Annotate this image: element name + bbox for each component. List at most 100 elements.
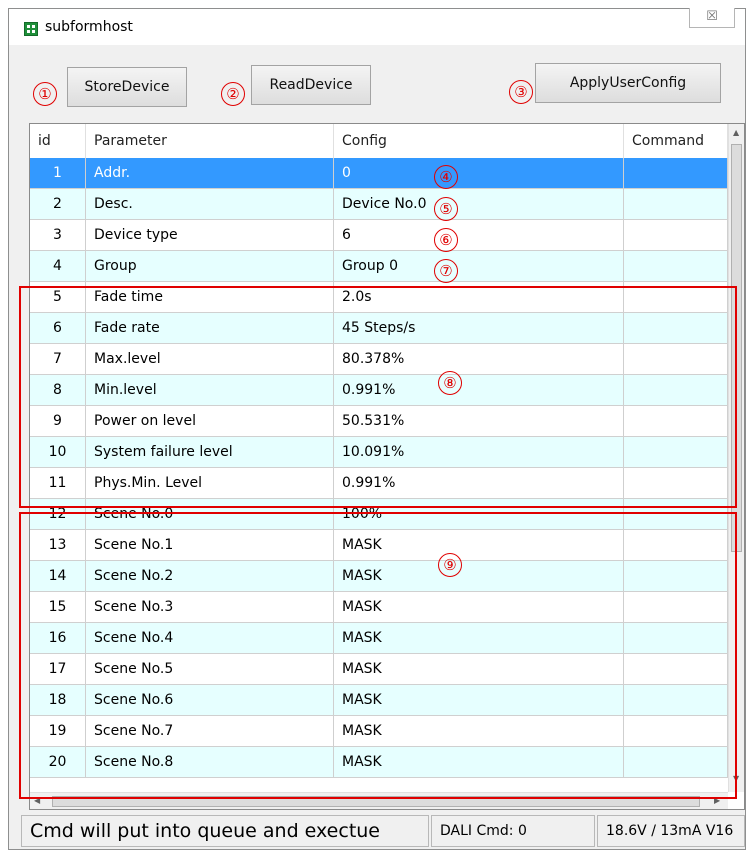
- row-parameter-cell: Min.level: [86, 375, 334, 405]
- row-command-cell[interactable]: [624, 282, 728, 312]
- row-command-cell[interactable]: [624, 499, 728, 529]
- row-id-cell: 6: [30, 313, 86, 343]
- scroll-up-icon[interactable]: ▲: [733, 128, 739, 138]
- row-parameter-cell: Scene No.4: [86, 623, 334, 653]
- row-config-cell[interactable]: MASK: [334, 561, 624, 591]
- apply-user-config-button[interactable]: ApplyUserConfig: [535, 63, 721, 103]
- row-command-cell[interactable]: [624, 747, 728, 777]
- scroll-left-icon[interactable]: ◀: [34, 796, 40, 806]
- table-row[interactable]: 17 Scene No.5 MASK: [30, 654, 728, 685]
- row-command-cell[interactable]: [624, 406, 728, 436]
- table-row[interactable]: 4 Group Group 0: [30, 251, 728, 282]
- row-command-cell[interactable]: [624, 654, 728, 684]
- table-row[interactable]: 15 Scene No.3 MASK: [30, 592, 728, 623]
- row-config-cell[interactable]: 0.991%: [334, 468, 624, 498]
- row-command-cell[interactable]: [624, 251, 728, 281]
- row-command-cell[interactable]: [624, 716, 728, 746]
- table-row[interactable]: 14 Scene No.2 MASK: [30, 561, 728, 592]
- row-id-cell: 11: [30, 468, 86, 498]
- row-command-cell[interactable]: [624, 437, 728, 467]
- row-command-cell[interactable]: [624, 685, 728, 715]
- row-config-cell[interactable]: 45 Steps/s: [334, 313, 624, 343]
- row-config-cell[interactable]: MASK: [334, 530, 624, 560]
- row-id-cell: 10: [30, 437, 86, 467]
- col-header-command[interactable]: Command: [624, 124, 728, 158]
- col-header-id[interactable]: id: [30, 124, 86, 158]
- row-id-cell: 14: [30, 561, 86, 591]
- row-command-cell[interactable]: [624, 158, 728, 188]
- table-row[interactable]: 9 Power on level 50.531%: [30, 406, 728, 437]
- annotation-6-marker: ⑥: [434, 228, 458, 252]
- row-id-cell: 9: [30, 406, 86, 436]
- table-row[interactable]: 11 Phys.Min. Level 0.991%: [30, 468, 728, 499]
- close-button[interactable]: ☒: [689, 8, 735, 28]
- row-config-cell[interactable]: MASK: [334, 716, 624, 746]
- row-config-cell[interactable]: MASK: [334, 623, 624, 653]
- row-parameter-cell: Fade time: [86, 282, 334, 312]
- read-device-button[interactable]: ReadDevice: [251, 65, 371, 105]
- row-config-cell[interactable]: 0: [334, 158, 624, 188]
- row-command-cell[interactable]: [624, 592, 728, 622]
- scroll-right-icon[interactable]: ▶: [714, 796, 720, 806]
- row-parameter-cell: Scene No.2: [86, 561, 334, 591]
- row-config-cell[interactable]: 80.378%: [334, 344, 624, 374]
- row-config-cell[interactable]: 2.0s: [334, 282, 624, 312]
- table-header: id Parameter Config Command: [30, 124, 728, 159]
- horizontal-scrollbar[interactable]: ◀ ▶: [30, 792, 728, 809]
- row-id-cell: 18: [30, 685, 86, 715]
- row-config-cell[interactable]: 0.991%: [334, 375, 624, 405]
- row-config-cell[interactable]: Device No.0: [334, 189, 624, 219]
- row-command-cell[interactable]: [624, 344, 728, 374]
- vertical-scroll-thumb[interactable]: [731, 144, 742, 552]
- row-command-cell[interactable]: [624, 623, 728, 653]
- table-row[interactable]: 13 Scene No.1 MASK: [30, 530, 728, 561]
- row-config-cell[interactable]: 10.091%: [334, 437, 624, 467]
- row-parameter-cell: Scene No.8: [86, 747, 334, 777]
- row-id-cell: 5: [30, 282, 86, 312]
- row-parameter-cell: System failure level: [86, 437, 334, 467]
- annotation-8-marker: ⑧: [438, 371, 462, 395]
- row-command-cell[interactable]: [624, 530, 728, 560]
- table-row[interactable]: 19 Scene No.7 MASK: [30, 716, 728, 747]
- table-row[interactable]: 18 Scene No.6 MASK: [30, 685, 728, 716]
- row-config-cell[interactable]: 100%: [334, 499, 624, 529]
- row-config-cell[interactable]: MASK: [334, 654, 624, 684]
- table-row[interactable]: 8 Min.level 0.991%: [30, 375, 728, 406]
- row-parameter-cell: Phys.Min. Level: [86, 468, 334, 498]
- row-config-cell[interactable]: MASK: [334, 685, 624, 715]
- table-row[interactable]: 1 Addr. 0: [30, 158, 728, 189]
- row-command-cell[interactable]: [624, 189, 728, 219]
- row-config-cell[interactable]: Group 0: [334, 251, 624, 281]
- table-row[interactable]: 20 Scene No.8 MASK: [30, 747, 728, 778]
- store-device-button[interactable]: StoreDevice: [67, 67, 187, 107]
- row-command-cell[interactable]: [624, 468, 728, 498]
- table-row[interactable]: 3 Device type 6: [30, 220, 728, 251]
- scroll-down-icon[interactable]: ▼: [733, 774, 739, 784]
- table-row[interactable]: 5 Fade time 2.0s: [30, 282, 728, 313]
- row-command-cell[interactable]: [624, 313, 728, 343]
- horizontal-scroll-thumb[interactable]: [52, 796, 700, 807]
- row-id-cell: 20: [30, 747, 86, 777]
- row-config-cell[interactable]: 6: [334, 220, 624, 250]
- table-row[interactable]: 16 Scene No.4 MASK: [30, 623, 728, 654]
- annotation-2-marker: ②: [221, 82, 245, 106]
- table-row[interactable]: 10 System failure level 10.091%: [30, 437, 728, 468]
- col-header-config[interactable]: Config: [334, 124, 624, 158]
- row-command-cell[interactable]: [624, 220, 728, 250]
- row-config-cell[interactable]: 50.531%: [334, 406, 624, 436]
- row-id-cell: 16: [30, 623, 86, 653]
- row-command-cell[interactable]: [624, 375, 728, 405]
- annotation-5-marker: ⑤: [434, 197, 458, 221]
- row-command-cell[interactable]: [624, 561, 728, 591]
- table-row[interactable]: 7 Max.level 80.378%: [30, 344, 728, 375]
- row-id-cell: 1: [30, 158, 86, 188]
- col-header-parameter[interactable]: Parameter: [86, 124, 334, 158]
- row-config-cell[interactable]: MASK: [334, 592, 624, 622]
- table-row[interactable]: 2 Desc. Device No.0: [30, 189, 728, 220]
- table-row[interactable]: 6 Fade rate 45 Steps/s: [30, 313, 728, 344]
- table-row[interactable]: 12 Scene No.0 100%: [30, 499, 728, 530]
- status-message: Cmd will put into queue and exectue: [21, 815, 429, 847]
- row-config-cell[interactable]: MASK: [334, 747, 624, 777]
- vertical-scrollbar[interactable]: ▲ ▼: [728, 124, 744, 792]
- row-id-cell: 3: [30, 220, 86, 250]
